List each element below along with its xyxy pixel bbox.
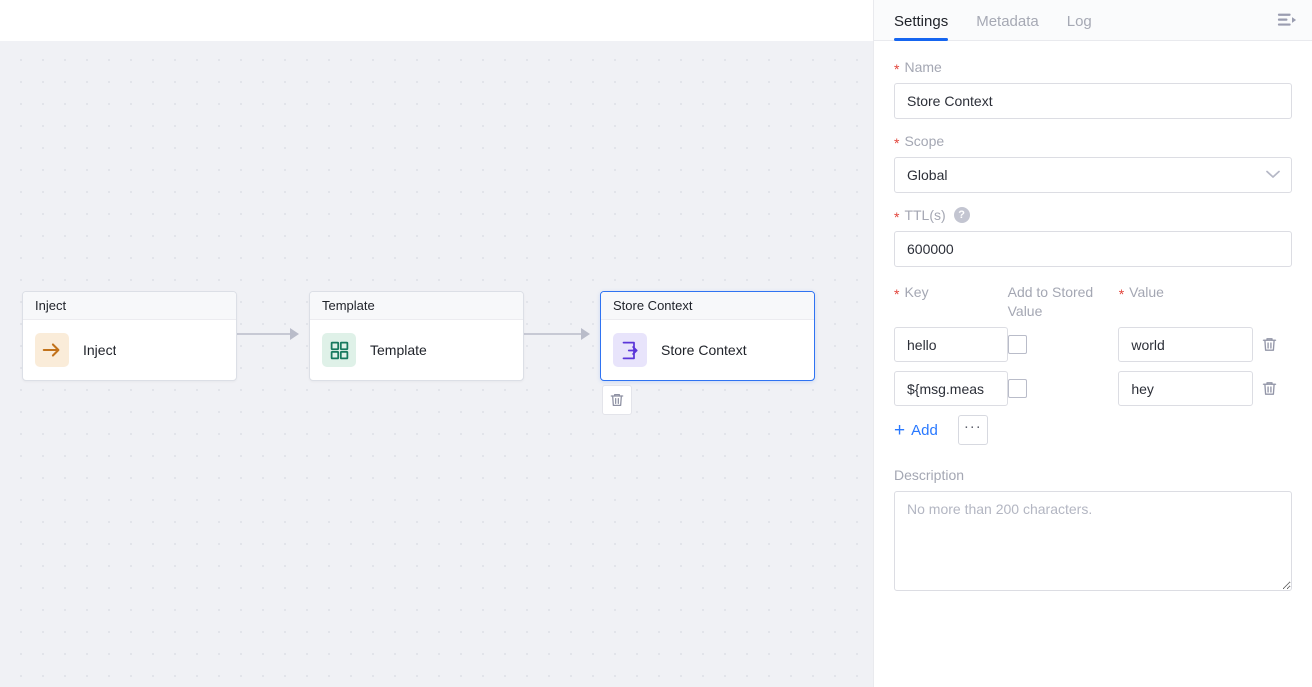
required-asterisk-name: * [894, 62, 899, 76]
template-grid-icon [322, 333, 356, 367]
panel-form: * Name * Scope [874, 41, 1312, 687]
trash-icon [609, 392, 625, 408]
kv-row-delete-button[interactable] [1261, 336, 1278, 353]
field-description-label: Description [894, 467, 1292, 483]
flow-node-inject-body: Inject [23, 320, 236, 380]
kv-row [894, 371, 1292, 406]
required-asterisk-ttl: * [894, 210, 899, 224]
inject-arrow-icon [35, 333, 69, 367]
kv-key-input[interactable] [894, 327, 1008, 362]
kv-value-input[interactable] [1118, 327, 1253, 362]
kv-header-key: * Key [894, 283, 1008, 321]
field-name-label: * Name [894, 59, 1292, 75]
kv-add-row: + Add ··· [894, 415, 1292, 445]
flow-node-store-context-header: Store Context [601, 292, 814, 320]
kv-row-actions-cell [1253, 380, 1292, 397]
tab-log[interactable]: Log [1067, 13, 1092, 40]
plus-icon: + [894, 421, 905, 440]
help-icon[interactable]: ? [954, 207, 970, 223]
kv-row-value-cell [1118, 371, 1253, 406]
trash-icon [1261, 336, 1278, 353]
kv-header-value: * Value [1119, 283, 1254, 321]
kv-row [894, 327, 1292, 362]
tab-metadata[interactable]: Metadata [976, 13, 1039, 40]
kv-row-actions-cell [1253, 336, 1292, 353]
flow-canvas[interactable]: Inject Inject Template [0, 0, 873, 687]
canvas-dot-grid[interactable]: Inject Inject Template [0, 41, 873, 687]
kv-header-actions [1254, 283, 1293, 321]
kv-header-key-text: Key [904, 284, 928, 300]
tab-settings[interactable]: Settings [894, 13, 948, 40]
panel-collapse-icon[interactable] [1274, 8, 1300, 32]
add-to-stored-value-checkbox[interactable] [1008, 379, 1027, 398]
kv-table: * Key Add to Stored Value * Value [894, 283, 1292, 445]
kv-row-value-cell [1118, 327, 1253, 362]
connector-line-template-store [524, 333, 581, 335]
kv-header-value-text: Value [1129, 284, 1164, 300]
required-asterisk-value: * [1119, 286, 1124, 302]
field-ttl-label: * TTL(s) ? [894, 207, 1292, 223]
scope-select[interactable] [894, 157, 1292, 193]
flow-node-inject[interactable]: Inject Inject [22, 291, 237, 381]
kv-row-key-cell [894, 327, 1008, 362]
flow-node-template-label: Template [370, 342, 427, 358]
kv-row-checkbox-cell [1008, 379, 1119, 398]
kv-header-checkbox: Add to Stored Value [1008, 283, 1119, 321]
add-to-stored-value-checkbox[interactable] [1008, 335, 1027, 354]
flow-node-store-context-label: Store Context [661, 342, 747, 358]
ttl-input[interactable] [894, 231, 1292, 267]
properties-panel: Settings Metadata Log * Name [873, 0, 1312, 687]
panel-tab-bar: Settings Metadata Log [874, 0, 1312, 41]
add-kv-label: Add [911, 422, 938, 439]
field-name-label-text: Name [904, 59, 941, 75]
kv-more-options-button[interactable]: ··· [958, 415, 988, 445]
kv-value-input[interactable] [1118, 371, 1253, 406]
flow-node-inject-label: Inject [83, 342, 116, 358]
kv-row-delete-button[interactable] [1261, 380, 1278, 397]
flow-node-store-context[interactable]: Store Context Store Context [600, 291, 815, 381]
field-name: * Name [894, 59, 1292, 119]
field-ttl-label-text: TTL(s) [904, 207, 945, 223]
node-delete-button[interactable] [602, 385, 632, 415]
kv-row-key-cell [894, 371, 1008, 406]
connector-arrow-inject-template [290, 328, 299, 340]
flow-node-template-body: Template [310, 320, 523, 380]
scope-select-wrapper[interactable] [894, 157, 1292, 193]
kv-row-checkbox-cell [1008, 335, 1119, 354]
connector-line-inject-template [237, 333, 290, 335]
app-root: Inject Inject Template [0, 0, 1312, 687]
required-asterisk-scope: * [894, 136, 899, 150]
flow-node-template-header: Template [310, 292, 523, 320]
flow-node-inject-header: Inject [23, 292, 236, 320]
field-description: Description [894, 467, 1292, 596]
name-input[interactable] [894, 83, 1292, 119]
connector-arrow-template-store [581, 328, 590, 340]
field-scope: * Scope [894, 133, 1292, 193]
required-asterisk-key: * [894, 286, 899, 302]
flow-node-store-context-body: Store Context [601, 320, 814, 380]
add-kv-button[interactable]: + Add [894, 421, 938, 440]
field-scope-label-text: Scope [904, 133, 944, 149]
flow-node-template[interactable]: Template Template [309, 291, 524, 381]
canvas-toolbar-strip [0, 0, 873, 41]
field-scope-label: * Scope [894, 133, 1292, 149]
kv-header-checkbox-text: Add to Stored Value [1008, 284, 1094, 319]
store-context-login-icon [613, 333, 647, 367]
trash-icon [1261, 380, 1278, 397]
field-ttl: * TTL(s) ? [894, 207, 1292, 267]
description-textarea[interactable] [894, 491, 1292, 591]
kv-table-header: * Key Add to Stored Value * Value [894, 283, 1292, 321]
kv-key-input[interactable] [894, 371, 1008, 406]
